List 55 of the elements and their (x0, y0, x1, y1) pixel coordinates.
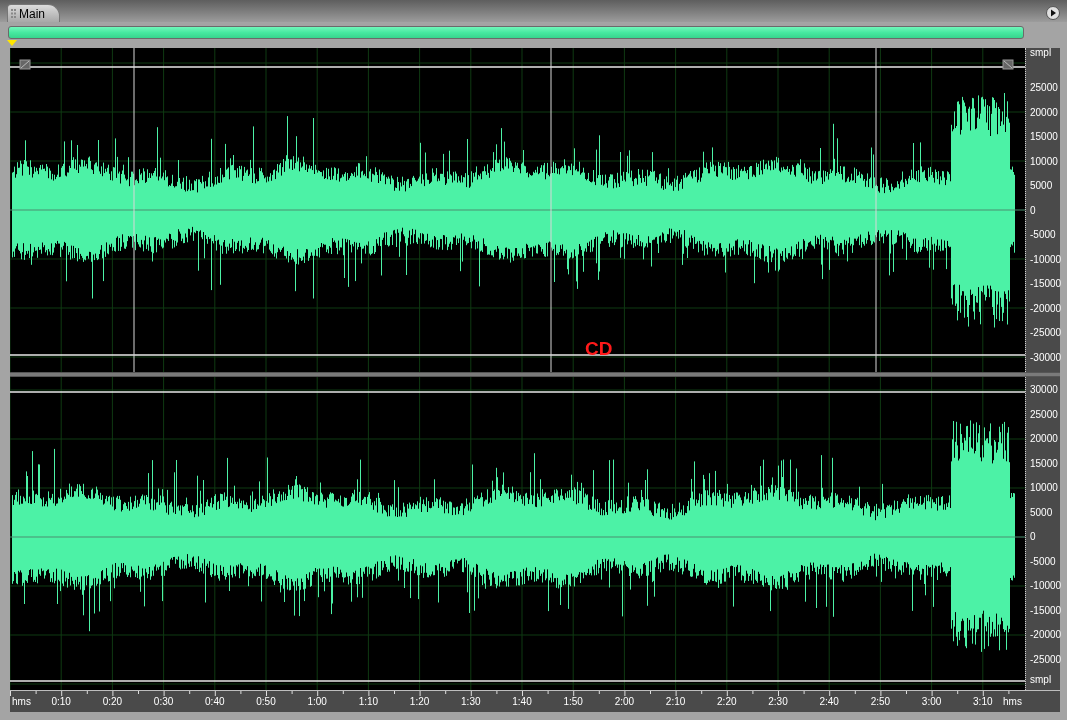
play-icon[interactable] (1046, 6, 1060, 20)
scale-label: 25000 (1030, 83, 1058, 93)
scale-label: 25000 (1030, 409, 1058, 420)
time-label: 0:50 (256, 697, 276, 707)
time-label: 0:30 (153, 697, 174, 707)
scale-label: -15000 (1030, 605, 1062, 616)
scale-label: -20000 (1030, 303, 1062, 314)
grip-icon (11, 9, 16, 18)
scale-label: 10000 (1030, 156, 1058, 167)
scale-label: 15000 (1030, 132, 1058, 142)
unit-label: smpl (1030, 48, 1052, 58)
drag-handle[interactable] (19, 59, 31, 70)
time-label: 2:10 (665, 697, 686, 707)
scale-label: -25000 (1030, 654, 1062, 665)
scale-label: 0 (1030, 532, 1036, 542)
time-label: 2:00 (614, 697, 635, 707)
time-label: 1:10 (358, 697, 379, 707)
time-label: 1:20 (409, 697, 430, 707)
scale-label: -10000 (1030, 254, 1062, 265)
main-tab[interactable]: Main (7, 4, 60, 22)
time-label: 0:40 (205, 697, 225, 707)
time-label: 2:40 (819, 697, 839, 707)
scale-label: 5000 (1030, 181, 1053, 191)
scale-label: 30000 (1030, 385, 1058, 395)
scale-label: -5000 (1030, 556, 1056, 567)
scale-label: 0 (1030, 205, 1036, 216)
time-label: 1:40 (512, 697, 532, 707)
tab-label: Main (19, 7, 45, 20)
time-label: 0:20 (102, 697, 123, 707)
time-label: 2:30 (768, 697, 788, 707)
unit-label: hms (1003, 697, 1022, 707)
time-label: 1:50 (563, 697, 583, 707)
scale-label: 20000 (1030, 434, 1058, 444)
scale-label: -5000 (1030, 230, 1056, 240)
scale-label: -30000 (1030, 352, 1062, 363)
scale-label: 10000 (1030, 483, 1058, 493)
scale-label: 20000 (1030, 107, 1058, 118)
time-label: 1:30 (461, 697, 481, 707)
scale-label: -10000 (1030, 581, 1062, 591)
time-label: 0:10 (51, 697, 71, 707)
time-label: 3:00 (921, 697, 942, 707)
unit-label: smpl (1030, 675, 1052, 685)
unit-label: hms (12, 697, 31, 707)
time-label: 3:10 (973, 697, 993, 707)
scale-label: -15000 (1030, 279, 1062, 289)
scale-label: 15000 (1030, 458, 1058, 469)
channel-label: CD (585, 339, 613, 358)
time-label: 2:50 (870, 697, 891, 707)
drag-handle[interactable] (1002, 59, 1014, 70)
time-label: 2:20 (717, 697, 737, 707)
scale-label: -20000 (1030, 630, 1062, 640)
scale-label: 5000 (1030, 507, 1053, 518)
scale-label: -25000 (1030, 328, 1062, 338)
time-label: 1:00 (307, 697, 327, 707)
overview-bar[interactable] (8, 25, 1024, 39)
